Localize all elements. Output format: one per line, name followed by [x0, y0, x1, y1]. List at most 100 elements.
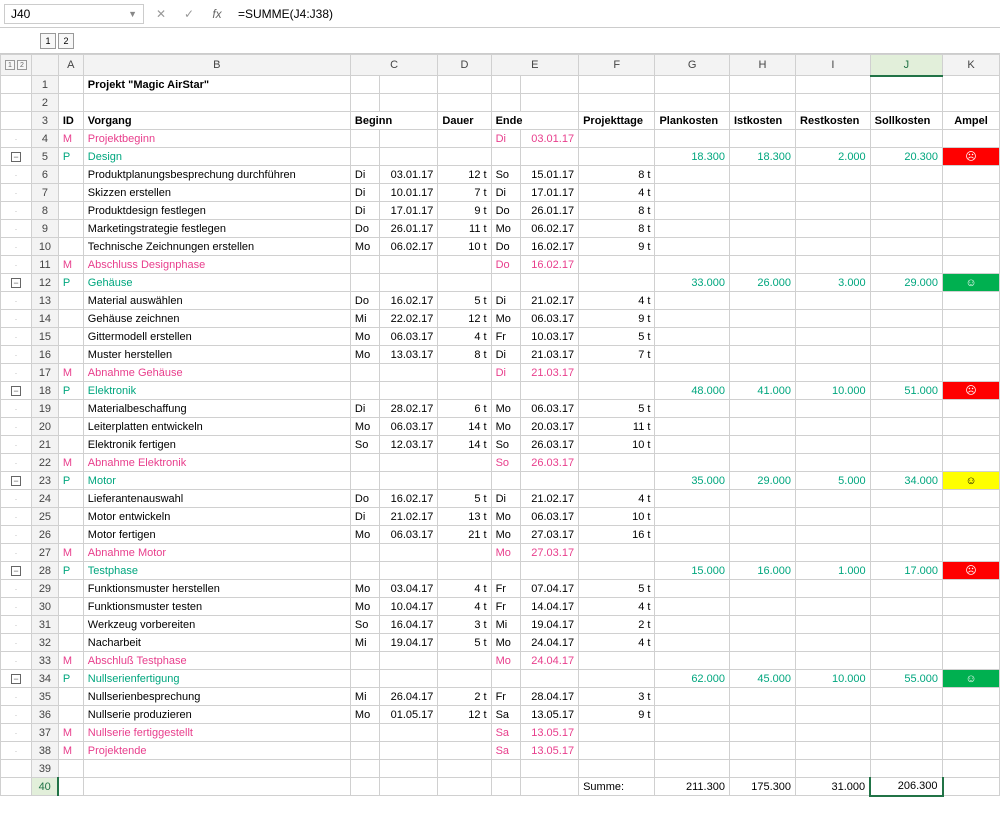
cell-ende[interactable] — [520, 148, 579, 166]
cell-ptage[interactable]: 10 t — [579, 436, 655, 454]
cell-plan[interactable] — [655, 184, 730, 202]
cell-plan[interactable] — [655, 220, 730, 238]
name-box[interactable]: J40 ▼ — [4, 4, 144, 24]
row-header[interactable]: 7 — [32, 184, 59, 202]
cell-ampel[interactable] — [943, 400, 1000, 418]
cell-ist[interactable]: 16.000 — [729, 562, 795, 580]
cell-beg-dw[interactable]: Do — [350, 490, 379, 508]
cell-rest[interactable]: 3.000 — [796, 274, 871, 292]
cell-ende-dw[interactable]: Fr — [491, 580, 520, 598]
cell-vorgang[interactable]: Skizzen erstellen — [83, 184, 350, 202]
cell-dauer[interactable]: 4 t — [438, 598, 491, 616]
cell-ist[interactable] — [729, 238, 795, 256]
cell-beg-dw[interactable]: Mo — [350, 526, 379, 544]
cell-beg-dw[interactable]: Mi — [350, 634, 379, 652]
cell-ist[interactable] — [729, 346, 795, 364]
cell-vorgang[interactable]: Abschluß Testphase — [83, 652, 350, 670]
cell-ende-dw[interactable]: Mo — [491, 526, 520, 544]
cell-beg[interactable] — [379, 382, 438, 400]
cell-plan[interactable]: 18.300 — [655, 148, 730, 166]
cell-id[interactable]: M — [58, 256, 83, 274]
cell-dauer[interactable]: 6 t — [438, 400, 491, 418]
cell-vorgang[interactable]: Nacharbeit — [83, 634, 350, 652]
cell-soll[interactable] — [870, 760, 942, 778]
cell-rest[interactable] — [796, 760, 871, 778]
row-header[interactable]: 1 — [32, 76, 59, 94]
cell-ende[interactable]: 21.02.17 — [520, 490, 579, 508]
cell-ist[interactable] — [729, 94, 795, 112]
cell-ist[interactable] — [729, 454, 795, 472]
col-outline-level-1[interactable]: 1 — [40, 33, 56, 49]
cell-rest[interactable] — [796, 184, 871, 202]
cell-ampel[interactable] — [943, 526, 1000, 544]
cell-ende[interactable]: 06.03.17 — [520, 310, 579, 328]
cell-ptage[interactable]: 2 t — [579, 616, 655, 634]
cell-ist[interactable] — [729, 220, 795, 238]
cell-plan[interactable] — [655, 454, 730, 472]
cell-dauer[interactable] — [438, 724, 491, 742]
cell-ampel[interactable] — [943, 634, 1000, 652]
cell-beg-dw[interactable]: Mi — [350, 688, 379, 706]
cell-id[interactable] — [58, 598, 83, 616]
cell-ist[interactable]: 41.000 — [729, 382, 795, 400]
row-outline-toggle[interactable]: − — [1, 472, 32, 490]
cell-ampel[interactable]: ☹ — [943, 562, 1000, 580]
cell-plan[interactable]: 62.000 — [655, 670, 730, 688]
cell-ampel[interactable] — [943, 238, 1000, 256]
cell-id[interactable] — [58, 706, 83, 724]
cell-dauer[interactable] — [438, 274, 491, 292]
row-header[interactable]: 40 — [32, 778, 59, 796]
cell-ampel[interactable]: ☺ — [943, 472, 1000, 490]
cell-ende[interactable]: 21.03.17 — [520, 346, 579, 364]
cell-ende[interactable] — [520, 760, 579, 778]
cell-beg[interactable] — [379, 742, 438, 760]
cell-ende[interactable]: 13.05.17 — [520, 706, 579, 724]
cell-plan[interactable] — [655, 256, 730, 274]
cell-ende[interactable]: 21.02.17 — [520, 292, 579, 310]
cell-ende[interactable] — [520, 94, 579, 112]
cell-ende-dw[interactable]: Mi — [491, 616, 520, 634]
cell-ptage[interactable] — [579, 94, 655, 112]
cell-ampel[interactable] — [943, 130, 1000, 148]
cell-rest[interactable] — [796, 742, 871, 760]
cell-ende-dw[interactable] — [491, 94, 520, 112]
cell-soll[interactable] — [870, 202, 942, 220]
cell-dauer[interactable] — [438, 760, 491, 778]
row-header[interactable]: 24 — [32, 490, 59, 508]
cell-dauer[interactable]: 10 t — [438, 238, 491, 256]
cell-ampel[interactable] — [943, 706, 1000, 724]
row-header[interactable]: 8 — [32, 202, 59, 220]
cell-ptage[interactable] — [579, 454, 655, 472]
cell-ampel[interactable] — [943, 490, 1000, 508]
col-header-I[interactable]: I — [796, 55, 871, 76]
row-header[interactable]: 36 — [32, 706, 59, 724]
cell-beg-dw[interactable]: Do — [350, 220, 379, 238]
cell-ende[interactable]: 10.03.17 — [520, 328, 579, 346]
cell-plan[interactable]: 35.000 — [655, 472, 730, 490]
hdr-ampel[interactable]: Ampel — [943, 112, 1000, 130]
cell-soll[interactable] — [870, 706, 942, 724]
cell-soll[interactable] — [870, 364, 942, 382]
cell-ist[interactable] — [729, 598, 795, 616]
cell-ende[interactable]: 15.01.17 — [520, 166, 579, 184]
cell-ende[interactable]: 06.02.17 — [520, 220, 579, 238]
cell-ptage[interactable]: 5 t — [579, 328, 655, 346]
cell-ende-dw[interactable]: Fr — [491, 328, 520, 346]
cell-soll[interactable] — [870, 166, 942, 184]
cell-ende[interactable]: 24.04.17 — [520, 652, 579, 670]
cell-plan[interactable] — [655, 292, 730, 310]
cell-ampel[interactable] — [943, 328, 1000, 346]
cell-plan[interactable] — [655, 760, 730, 778]
cell-rest[interactable]: 5.000 — [796, 472, 871, 490]
cell-id[interactable] — [58, 688, 83, 706]
cell-beg-dw[interactable] — [350, 382, 379, 400]
cell-id[interactable]: M — [58, 364, 83, 382]
row-outline-toggle[interactable]: − — [1, 382, 32, 400]
col-header-G[interactable]: G — [655, 55, 730, 76]
cell-beg-dw[interactable]: Di — [350, 166, 379, 184]
cell-ptage[interactable] — [579, 742, 655, 760]
cell-id[interactable] — [58, 616, 83, 634]
cell-ampel[interactable] — [943, 256, 1000, 274]
cell-soll[interactable] — [870, 346, 942, 364]
cell-id[interactable] — [58, 508, 83, 526]
